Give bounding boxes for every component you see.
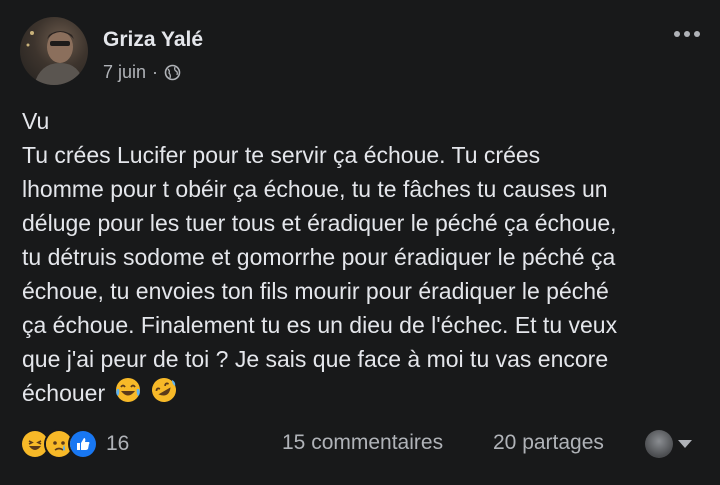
post-line: ça échoue. Finalement tu es un dieu de l… bbox=[22, 312, 618, 338]
post-last-line: échouer bbox=[22, 376, 702, 413]
meta-separator: · bbox=[152, 62, 159, 82]
post-line: Vu bbox=[22, 108, 50, 134]
post-line: que j'ai peur de toi ? Je sais que face … bbox=[22, 346, 609, 372]
facebook-post: Griza Yalé 7 juin · Vu Tu crées Lucifer … bbox=[0, 0, 720, 485]
shares-count-link[interactable]: 20 partages bbox=[493, 431, 604, 455]
rofl-emoji-icon bbox=[150, 376, 178, 413]
post-meta: 7 juin · bbox=[103, 62, 181, 83]
avatar-photo bbox=[26, 31, 84, 85]
reactions-summary[interactable]: 16 bbox=[20, 428, 129, 460]
post-line: Tu crées Lucifer pour te servir ça échou… bbox=[22, 142, 541, 168]
tears-of-joy-emoji-icon bbox=[114, 376, 142, 413]
post-line: lhomme pour t obéir ça échoue, tu te fâc… bbox=[22, 176, 608, 202]
post-line: échoue, tu envoies ton fils mourir pour … bbox=[22, 278, 609, 304]
audience-selector[interactable] bbox=[645, 430, 692, 458]
reaction-count: 16 bbox=[106, 432, 130, 455]
post-line: tu détruis sodome et gomorrhe pour éradi… bbox=[22, 244, 616, 270]
caret-down-icon bbox=[678, 440, 692, 448]
globe-icon[interactable] bbox=[164, 64, 181, 81]
post-date[interactable]: 7 juin bbox=[103, 62, 146, 83]
comments-count-link[interactable]: 15 commentaires bbox=[282, 431, 443, 455]
post-line: déluge pour les tuer tous et éradiquer l… bbox=[22, 210, 617, 236]
more-options-icon[interactable] bbox=[668, 22, 706, 46]
viewer-avatar bbox=[645, 430, 673, 458]
author-avatar[interactable] bbox=[20, 17, 88, 85]
like-reaction-icon bbox=[68, 429, 98, 459]
author-name[interactable]: Griza Yalé bbox=[103, 28, 203, 52]
post-line: échouer bbox=[22, 380, 106, 406]
post-text: Vu Tu crées Lucifer pour te servir ça éc… bbox=[22, 104, 702, 413]
